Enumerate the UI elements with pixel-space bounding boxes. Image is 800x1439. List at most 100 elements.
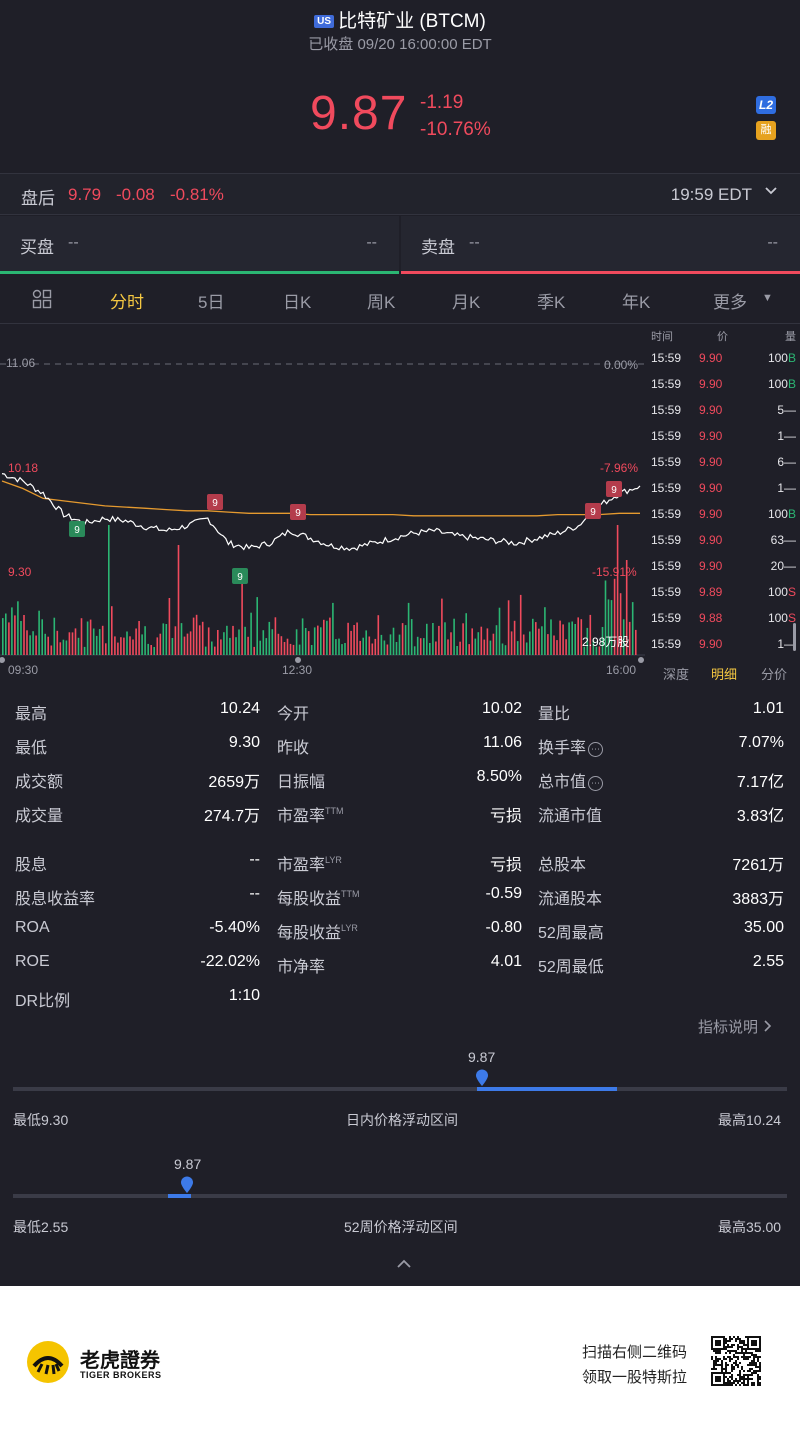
qr-module — [739, 1370, 741, 1372]
qr-module — [741, 1376, 743, 1378]
stat-value: -5.40% — [209, 919, 260, 936]
trade-ticker-list[interactable]: 时间 价 量 15:59 9.90 100B 15:59 9.90 100B 15:59 9.… — [645, 325, 800, 683]
volume-bar — [507, 600, 510, 655]
volume-bar — [92, 628, 95, 655]
qr-module — [733, 1366, 735, 1368]
intraday-chart[interactable]: 9 9 9 9 9 9 11.06 0.00% 10.18 -7.96% 9.30 -15… — [0, 325, 645, 680]
qr-module — [755, 1366, 757, 1368]
qr-module — [755, 1362, 757, 1364]
indicator-explain-label: 指标说明 — [698, 1019, 759, 1036]
volume-bar — [238, 629, 240, 655]
volume-bar — [108, 525, 110, 655]
trade-row: 15:59 9.90 100B — [645, 377, 800, 403]
chevron-up-icon[interactable] — [396, 1256, 412, 1274]
qr-module — [713, 1350, 715, 1352]
qr-module — [717, 1380, 719, 1382]
ask-label: 卖盘 — [421, 238, 455, 257]
volume-bar — [350, 630, 352, 655]
tab-quarterly-k[interactable]: 季K — [537, 288, 565, 313]
more-dropdown-icon[interactable]: ▼ — [762, 292, 773, 304]
chart-canvas: 9 9 9 9 9 9 — [0, 363, 645, 663]
volume-bar — [156, 637, 159, 655]
tab-price-distribution[interactable]: 分价 — [761, 664, 787, 683]
qr-module — [741, 1348, 743, 1350]
tab-more[interactable]: 更多 — [713, 288, 747, 313]
qr-module — [715, 1350, 717, 1352]
qr-module — [747, 1384, 749, 1386]
qr-module — [759, 1376, 761, 1378]
signal-marker-label: 9 — [590, 507, 596, 518]
after-hours-bar[interactable]: 盘后 9.79 -0.08 -0.81% 19:59 EDT — [0, 173, 800, 215]
qr-module — [711, 1342, 713, 1344]
stat-label: 流通股本 — [538, 891, 603, 908]
volume-bar — [20, 621, 22, 655]
volume-bar — [522, 634, 525, 655]
qr-module — [759, 1384, 761, 1386]
qr-code-icon[interactable] — [711, 1336, 761, 1391]
volume-bar — [220, 639, 222, 655]
qr-module — [731, 1378, 733, 1380]
tab-daily-k[interactable]: 日K — [283, 288, 311, 313]
volume-bar — [498, 607, 501, 655]
qr-module — [723, 1378, 725, 1380]
signal-marker-label: 9 — [237, 572, 243, 583]
qr-module — [743, 1376, 745, 1378]
qr-module — [741, 1352, 743, 1354]
trade-price: 9.88 — [699, 611, 723, 625]
margin-badge-icon[interactable]: 融 — [756, 121, 776, 140]
volume-bar — [383, 640, 386, 655]
volume-bar — [23, 615, 25, 655]
qr-module — [751, 1384, 753, 1386]
indicator-explain-link[interactable]: 指标说明 — [698, 1016, 772, 1037]
tab-intraday[interactable]: 分时 — [110, 288, 144, 313]
tab-5day[interactable]: 5日 — [198, 288, 224, 313]
qr-module — [723, 1380, 725, 1382]
tab-weekly-k[interactable]: 周K — [367, 288, 395, 313]
volume-bar — [516, 641, 519, 655]
layout-grid-icon[interactable] — [32, 289, 52, 309]
qr-module — [715, 1372, 717, 1374]
qr-module — [719, 1340, 721, 1342]
qr-module — [715, 1378, 717, 1380]
qr-module — [719, 1344, 721, 1346]
axis-dot-left — [0, 657, 5, 663]
stat-label: 今开 — [277, 706, 310, 723]
stat-value: -- — [249, 885, 260, 902]
stock-name: 比特矿业 (BTCM) — [338, 11, 486, 32]
qr-module — [713, 1384, 715, 1386]
volume-bar — [501, 643, 504, 655]
qr-module — [717, 1360, 719, 1362]
tab-monthly-k[interactable]: 月K — [452, 288, 480, 313]
high-price-label: 10.18 — [8, 461, 39, 475]
qr-module — [755, 1354, 757, 1356]
ask-panel[interactable]: 卖盘 -- -- — [401, 216, 800, 274]
qr-module — [741, 1368, 743, 1370]
qr-module — [757, 1370, 759, 1372]
bid-panel[interactable]: 买盘 -- -- — [0, 216, 399, 274]
qr-module — [739, 1338, 741, 1340]
trade-price: 9.90 — [699, 481, 723, 495]
tiger-logo-icon — [26, 1340, 70, 1389]
qr-module — [717, 1364, 719, 1366]
volume-bar — [631, 602, 634, 655]
qr-module — [753, 1362, 755, 1364]
after-hours-label: 盘后 — [21, 189, 55, 208]
list-scrollbar[interactable] — [793, 623, 796, 651]
qr-module — [723, 1374, 725, 1376]
tab-yearly-k[interactable]: 年K — [622, 288, 650, 313]
l2-badge-icon[interactable]: L2 — [756, 96, 776, 114]
volume-bar — [386, 644, 389, 655]
qr-module — [751, 1344, 753, 1346]
qr-module — [749, 1368, 751, 1370]
qr-module — [731, 1370, 733, 1372]
qr-module — [741, 1340, 743, 1342]
volume-bar — [32, 631, 34, 655]
chevron-down-icon[interactable] — [764, 184, 778, 201]
trade-qty: 20— — [770, 559, 796, 573]
tab-depth[interactable]: 深度 — [663, 664, 689, 683]
volume-bar — [50, 645, 53, 655]
qr-module — [745, 1352, 747, 1354]
trade-qty: 6— — [777, 455, 796, 469]
qr-module — [757, 1382, 759, 1384]
tab-details[interactable]: 明细 — [711, 664, 737, 683]
